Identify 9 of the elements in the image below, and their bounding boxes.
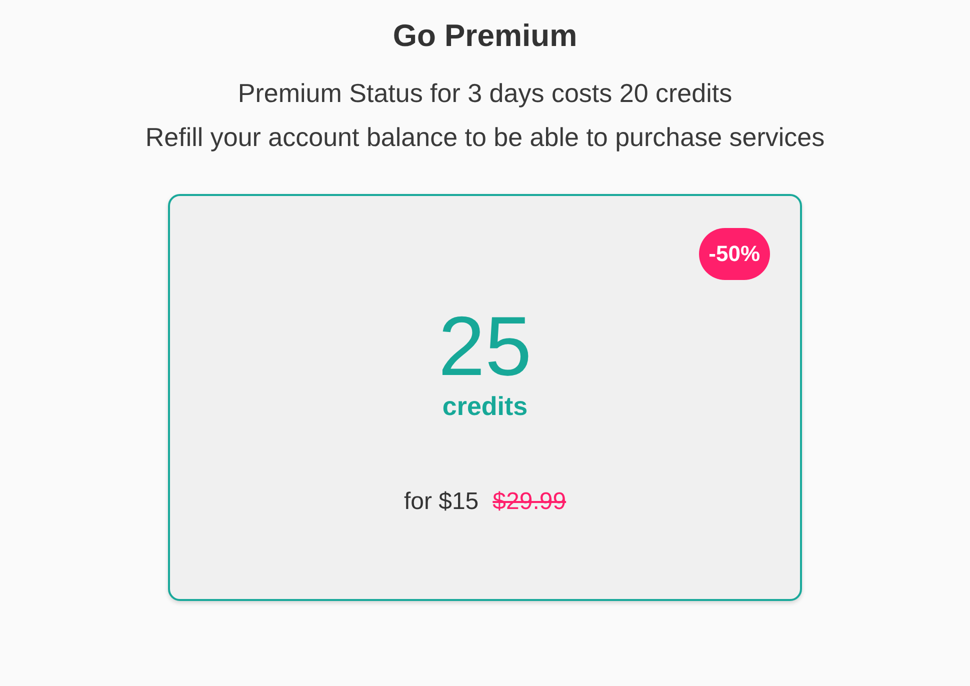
credit-amount: 25 xyxy=(438,302,532,390)
old-price: $29.99 xyxy=(492,488,566,516)
subtitle-text: Refill your account balance to be able to purchase services xyxy=(145,121,825,154)
offer-card[interactable]: -50% 25 credits for $15 $29.99 xyxy=(168,194,802,601)
credit-unit: credits xyxy=(442,390,528,422)
page-title: Go Premium xyxy=(392,17,578,55)
subtitle-text: Premium Status for 3 days costs 20 credits xyxy=(238,77,732,110)
price-text: for $15 xyxy=(404,488,479,516)
discount-badge: -50% xyxy=(698,228,770,280)
